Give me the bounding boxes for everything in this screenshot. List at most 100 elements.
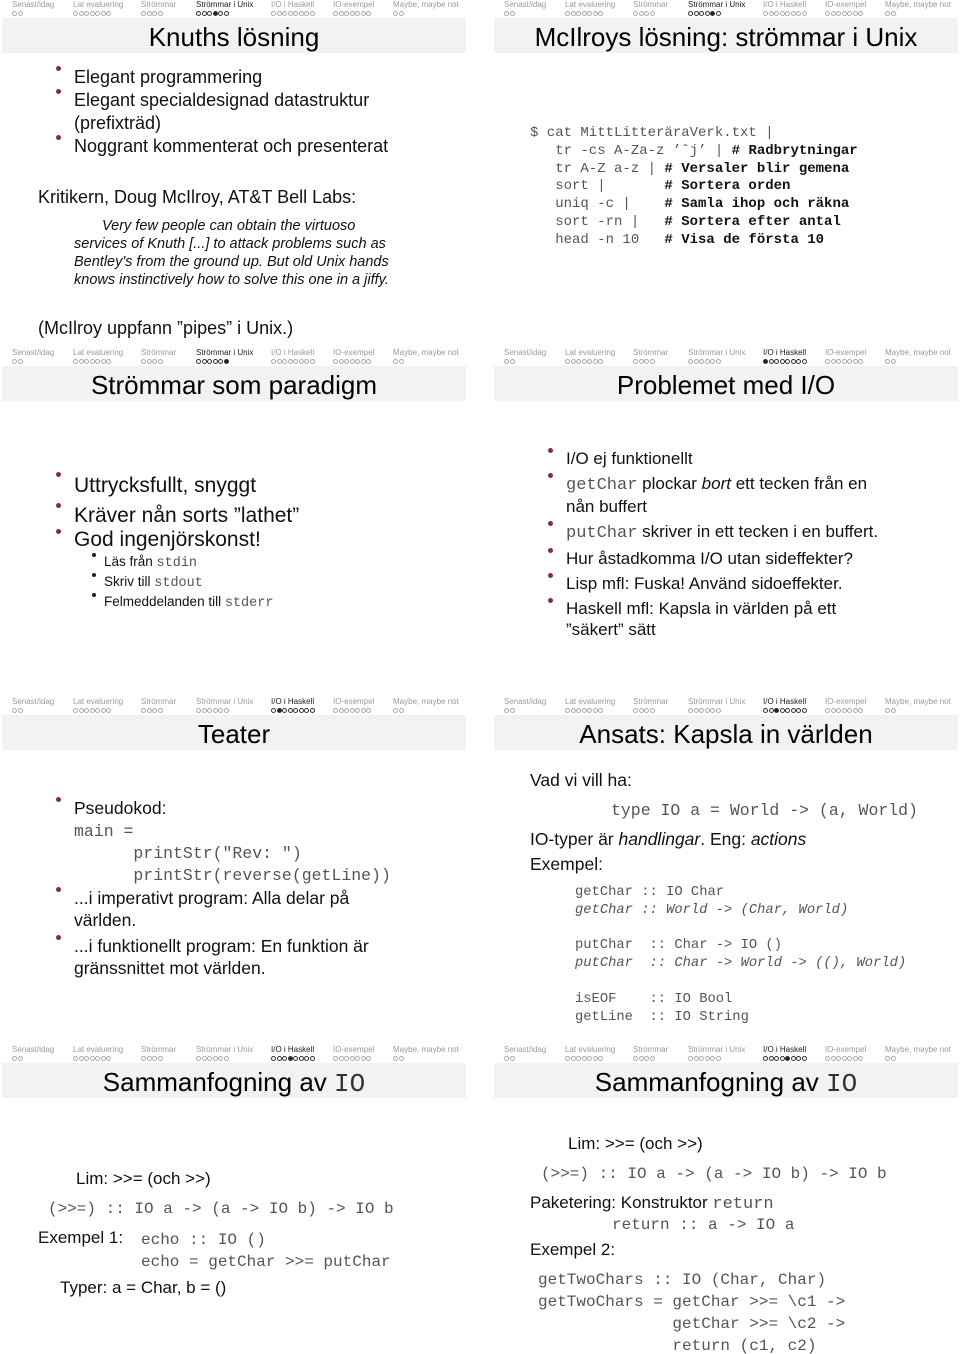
nav-slide-dot[interactable] bbox=[768, 1056, 774, 1062]
nav-slide-dot[interactable] bbox=[801, 11, 807, 17]
nav-slide-dot[interactable] bbox=[152, 1056, 157, 1062]
nav-slide-dot[interactable] bbox=[95, 1056, 100, 1062]
nav-section-lat-evaluering[interactable]: Lat evaluering bbox=[565, 1045, 615, 1063]
nav-section-maybe-maybe-not[interactable]: Maybe, maybe not bbox=[885, 348, 951, 366]
nav-slide-dot[interactable] bbox=[825, 1056, 830, 1062]
nav-slide-dot[interactable] bbox=[282, 359, 287, 365]
nav-slide-dot[interactable] bbox=[570, 11, 576, 17]
nav-slide-dot[interactable] bbox=[152, 359, 157, 365]
nav-slide-dot[interactable] bbox=[504, 11, 509, 17]
nav-section-strömmar-i-unix[interactable]: Strömmar i Unix bbox=[196, 0, 253, 18]
nav-slide-dot[interactable] bbox=[271, 11, 276, 17]
nav-slide-dot[interactable] bbox=[576, 359, 581, 365]
nav-slide-dot[interactable] bbox=[779, 359, 785, 365]
nav-slide-dot[interactable] bbox=[349, 708, 355, 714]
nav-slide-dot[interactable] bbox=[84, 708, 89, 714]
nav-slide-dot[interactable] bbox=[141, 708, 146, 714]
nav-slide-dot[interactable] bbox=[84, 1056, 89, 1062]
nav-slide-dot[interactable] bbox=[218, 1056, 223, 1062]
nav-slide-dot[interactable] bbox=[287, 11, 293, 17]
nav-slide-dot[interactable] bbox=[73, 1056, 78, 1062]
nav-slide-dot[interactable] bbox=[836, 359, 841, 365]
nav-slide-dot[interactable] bbox=[699, 1056, 704, 1062]
nav-slide-dot[interactable] bbox=[504, 359, 509, 365]
nav-slide-dot[interactable] bbox=[565, 1056, 570, 1062]
nav-slide-dot[interactable] bbox=[212, 11, 218, 17]
nav-slide-dot[interactable] bbox=[366, 1056, 371, 1062]
nav-slide-dot[interactable] bbox=[360, 359, 366, 365]
nav-slide-dot[interactable] bbox=[304, 708, 309, 714]
nav-slide-dot[interactable] bbox=[644, 359, 649, 365]
nav-slide-dot[interactable] bbox=[106, 1056, 111, 1062]
nav-slide-dot[interactable] bbox=[223, 708, 229, 714]
nav-slide-dot[interactable] bbox=[73, 359, 78, 365]
nav-slide-dot[interactable] bbox=[836, 1056, 841, 1062]
nav-section-lat-evaluering[interactable]: Lat evaluering bbox=[565, 348, 615, 366]
nav-slide-dot[interactable] bbox=[638, 359, 644, 365]
nav-slide-dot[interactable] bbox=[201, 11, 207, 17]
nav-slide-dot[interactable] bbox=[858, 359, 863, 365]
nav-slide-dot[interactable] bbox=[349, 11, 355, 17]
nav-slide-dot[interactable] bbox=[78, 359, 84, 365]
nav-slide-dot[interactable] bbox=[276, 11, 282, 17]
nav-slide-dot[interactable] bbox=[89, 359, 95, 365]
nav-slide-dot[interactable] bbox=[801, 1056, 807, 1062]
nav-slide-dot[interactable] bbox=[276, 359, 282, 365]
nav-slide-dot[interactable] bbox=[779, 708, 785, 714]
nav-section-senast-idag[interactable]: Senast/idag bbox=[504, 697, 546, 715]
nav-section-senast-idag[interactable]: Senast/idag bbox=[12, 1045, 54, 1063]
nav-section-io-exempel[interactable]: IO-exempel bbox=[825, 697, 866, 715]
nav-slide-dot[interactable] bbox=[282, 11, 287, 17]
nav-slide-dot[interactable] bbox=[287, 359, 293, 365]
nav-slide-dot[interactable] bbox=[598, 1056, 603, 1062]
nav-slide-dot[interactable] bbox=[576, 708, 581, 714]
nav-slide-dot[interactable] bbox=[293, 708, 298, 714]
nav-slide-dot[interactable] bbox=[587, 1056, 592, 1062]
nav-slide-dot[interactable] bbox=[207, 11, 212, 17]
nav-slide-dot[interactable] bbox=[715, 11, 721, 17]
nav-slide-dot[interactable] bbox=[576, 1056, 581, 1062]
nav-section-i-o-i-haskell[interactable]: I/O i Haskell bbox=[271, 348, 315, 366]
nav-slide-dot[interactable] bbox=[309, 708, 315, 714]
nav-slide-dot[interactable] bbox=[17, 359, 23, 365]
nav-slide-dot[interactable] bbox=[890, 359, 896, 365]
nav-slide-dot[interactable] bbox=[271, 1056, 276, 1062]
nav-slide-dot[interactable] bbox=[212, 708, 218, 714]
nav-slide-dot[interactable] bbox=[830, 359, 836, 365]
nav-slide-dot[interactable] bbox=[693, 11, 699, 17]
nav-slide-dot[interactable] bbox=[841, 1056, 847, 1062]
nav-section-strömmar-i-unix[interactable]: Strömmar i Unix bbox=[196, 1045, 253, 1063]
nav-slide-dot[interactable] bbox=[704, 11, 710, 17]
nav-slide-dot[interactable] bbox=[699, 708, 704, 714]
nav-slide-dot[interactable] bbox=[704, 1056, 710, 1062]
nav-slide-dot[interactable] bbox=[276, 708, 282, 714]
nav-slide-dot[interactable] bbox=[196, 1056, 201, 1062]
nav-slide-dot[interactable] bbox=[157, 11, 163, 17]
nav-section-io-exempel[interactable]: IO-exempel bbox=[825, 348, 866, 366]
nav-slide-dot[interactable] bbox=[592, 1056, 598, 1062]
nav-slide-dot[interactable] bbox=[218, 11, 223, 17]
nav-slide-dot[interactable] bbox=[592, 11, 598, 17]
nav-slide-dot[interactable] bbox=[349, 359, 355, 365]
nav-slide-dot[interactable] bbox=[890, 708, 896, 714]
nav-slide-dot[interactable] bbox=[688, 359, 693, 365]
nav-slide-dot[interactable] bbox=[644, 1056, 649, 1062]
nav-slide-dot[interactable] bbox=[633, 359, 638, 365]
nav-section-senast-idag[interactable]: Senast/idag bbox=[12, 697, 54, 715]
nav-slide-dot[interactable] bbox=[95, 11, 100, 17]
nav-slide-dot[interactable] bbox=[309, 359, 315, 365]
nav-slide-dot[interactable] bbox=[152, 11, 157, 17]
nav-slide-dot[interactable] bbox=[693, 708, 699, 714]
nav-section-strömmar[interactable]: Strömmar bbox=[141, 1045, 176, 1063]
nav-section-lat-evaluering[interactable]: Lat evaluering bbox=[73, 348, 123, 366]
nav-slide-dot[interactable] bbox=[638, 708, 644, 714]
nav-slide-dot[interactable] bbox=[141, 11, 146, 17]
nav-section-i-o-i-haskell[interactable]: I/O i Haskell bbox=[271, 0, 315, 18]
nav-slide-dot[interactable] bbox=[12, 359, 17, 365]
nav-slide-dot[interactable] bbox=[366, 708, 371, 714]
nav-section-maybe-maybe-not[interactable]: Maybe, maybe not bbox=[393, 697, 459, 715]
nav-slide-dot[interactable] bbox=[825, 359, 830, 365]
nav-section-strömmar[interactable]: Strömmar bbox=[141, 0, 176, 18]
nav-slide-dot[interactable] bbox=[858, 708, 863, 714]
nav-slide-dot[interactable] bbox=[157, 708, 163, 714]
